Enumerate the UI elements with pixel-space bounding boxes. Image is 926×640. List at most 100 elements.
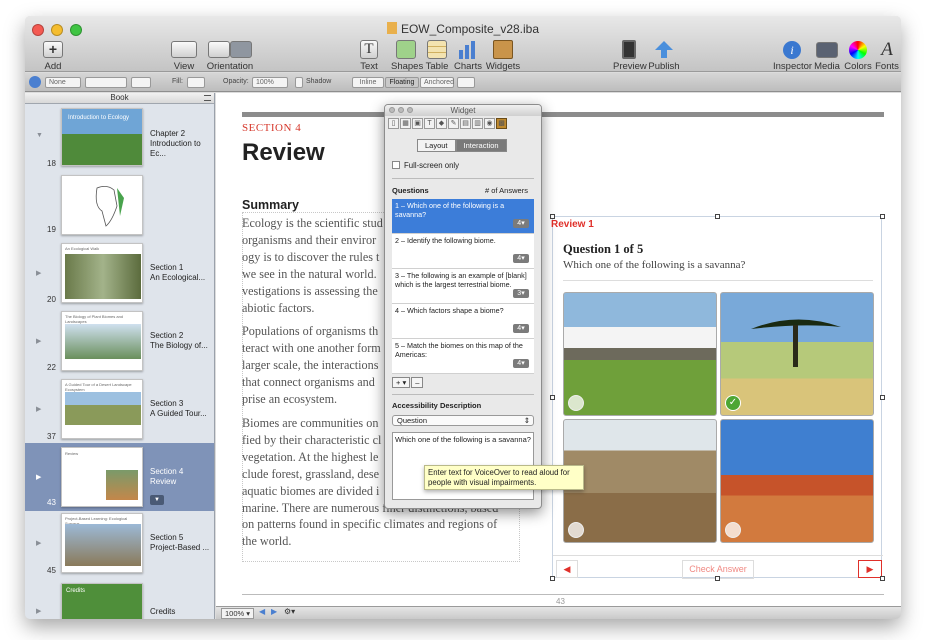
disclosure-triangle-icon[interactable]: ▶ [36,269,41,277]
color-well[interactable] [131,77,151,88]
sidebar-item-section2[interactable]: ▶ 22 The Biology of Plant Biomes and Lan… [25,311,214,377]
media-button[interactable]: Media [813,40,841,72]
resize-handle[interactable] [880,576,885,581]
inspector-close[interactable] [389,107,395,113]
question-item-2[interactable]: 2 – Identify the following biome. 4▾ [392,234,534,269]
radio-button[interactable] [568,522,584,538]
accessibility-select[interactable]: Question ⇕ [392,415,534,426]
resize-handle[interactable] [550,214,555,219]
sidebar-item-section4[interactable]: ▶ 43 Review Section 4 Review ▼ [25,443,214,511]
floating-button[interactable]: Floating [385,77,419,88]
table-inspector-icon[interactable]: ▤ [460,118,471,129]
inspector-button[interactable]: i Inspector [773,40,812,72]
inspector-zoom[interactable] [407,107,413,113]
metrics-inspector-icon[interactable]: ✎ [448,118,459,129]
next-button[interactable]: ▶ [858,560,882,578]
wrap-select[interactable] [457,77,475,88]
fonts-icon: A [881,38,893,60]
wrap-inspector-icon[interactable]: ▣ [412,118,423,129]
expand-icon[interactable]: ▼ [150,495,164,505]
resize-handle[interactable] [880,395,885,400]
disclosure-triangle-icon[interactable]: ▶ [36,607,41,615]
question-item-3[interactable]: 3 – The following is an example of [blan… [392,269,534,304]
disclosure-triangle-icon[interactable]: ▶ [36,405,41,413]
paragraph-select[interactable] [85,77,127,88]
resize-handle[interactable] [550,576,555,581]
fill-well[interactable] [187,77,205,88]
graphic-inspector-icon[interactable]: ◆ [436,118,447,129]
next-page-icon[interactable]: ▶ [271,607,277,616]
fullscreen-option[interactable]: Full-screen only [392,161,459,170]
format-menu-icon[interactable] [29,76,41,88]
view-button[interactable]: View [167,40,201,72]
link-inspector-icon[interactable]: ◉ [484,118,495,129]
count-value: 4 [517,255,522,262]
document-inspector-icon[interactable]: ▯ [388,118,399,129]
answer-count[interactable]: 4▾ [513,219,529,228]
line: fied by their characteristic cl [242,432,382,447]
tab-interaction[interactable]: Interaction [455,139,507,152]
fullscreen-checkbox[interactable] [392,161,400,169]
publish-button[interactable]: Publish [647,40,681,72]
disclosure-triangle-icon[interactable]: ▶ [36,539,41,547]
add-question-button[interactable]: + ▾ [392,377,411,388]
answer-count[interactable]: 4▾ [513,254,529,263]
zoom-select[interactable]: 100% ▾ [221,608,255,619]
checkmark-icon[interactable]: ✓ [725,395,741,411]
answer-count[interactable]: 4▾ [513,324,529,333]
disclosure-triangle-icon[interactable]: ▶ [36,337,41,345]
anchored-button[interactable]: Anchored [420,77,454,88]
answer-image-2[interactable]: ✓ [720,292,874,416]
answer-count[interactable]: 3▾ [513,289,529,298]
preview-button[interactable]: Preview [613,40,647,72]
charts-button[interactable]: Charts [453,40,483,72]
colors-button[interactable]: Colors [843,40,873,72]
question-item-5[interactable]: 5 – Match the biomes on this map of the … [392,339,534,374]
questions-label: Questions [392,186,429,195]
resize-handle[interactable] [880,214,885,219]
fonts-button[interactable]: A Fonts [874,38,900,73]
sidebar-item-credits[interactable]: ▶ Credits Credits [25,581,214,619]
voiceover-tooltip: Enter text for VoiceOver to read aloud f… [424,465,584,490]
previous-button[interactable]: ◀ [556,560,578,578]
table-button[interactable]: Table [424,40,450,72]
answer-image-1[interactable] [563,292,717,416]
question-text: Which one of the following is a savanna? [563,259,746,271]
layout-inspector-icon[interactable]: ▦ [400,118,411,129]
text-inspector-icon[interactable]: T [424,118,435,129]
disclosure-triangle-icon[interactable]: ▼ [36,132,43,139]
style-select[interactable]: None [45,77,81,88]
shadow-checkbox[interactable] [295,77,303,88]
widget-inspector-icon[interactable]: ▩ [496,118,507,129]
answer-image-3[interactable] [563,419,717,543]
answer-count[interactable]: 4▾ [513,359,529,368]
question-item-1[interactable]: 1 – Which one of the following is a sava… [392,199,534,234]
list-menu-icon[interactable] [204,95,211,101]
gear-icon[interactable]: ⚙▾ [284,607,295,616]
shapes-button[interactable]: Shapes [391,40,423,72]
sidebar-item-section5[interactable]: ▶ 45 Project-Based Learning: Ecological … [25,513,214,579]
sidebar-item-section3[interactable]: ▶ 37 A Guided Tour of a Desert Landscape… [25,379,214,445]
orientation-button[interactable]: Orientation [205,40,255,72]
widgets-button[interactable]: Widgets [485,40,521,72]
chart-inspector-icon[interactable]: ▥ [472,118,483,129]
opacity-field[interactable]: 100% [252,77,288,88]
resize-handle[interactable] [550,395,555,400]
resize-handle[interactable] [715,214,720,219]
review-widget[interactable]: Review 1 Question 1 of 5 Which one of th… [550,214,885,581]
sidebar-item-page19[interactable]: 19 [25,175,214,241]
sidebar-item-chapter2[interactable]: ▼ 18 Introduction to Ecology Chapter 2 In… [25,106,214,172]
inspector-min[interactable] [398,107,404,113]
radio-button[interactable] [725,522,741,538]
view-label: View [173,61,195,72]
tab-layout[interactable]: Layout [417,139,456,152]
previous-page-icon[interactable]: ◀ [259,607,265,616]
inline-button[interactable]: Inline [352,77,384,88]
radio-button[interactable] [568,395,584,411]
answer-image-4[interactable] [720,419,874,543]
disclosure-triangle-icon[interactable]: ▶ [36,473,41,481]
remove-question-button[interactable]: – [411,377,424,388]
resize-handle[interactable] [715,576,720,581]
sidebar-item-section1[interactable]: ▶ 20 An Ecological Walk Section 1 An Ecol… [25,243,214,309]
question-item-4[interactable]: 4 – Which factors shape a biome? 4▾ [392,304,534,339]
